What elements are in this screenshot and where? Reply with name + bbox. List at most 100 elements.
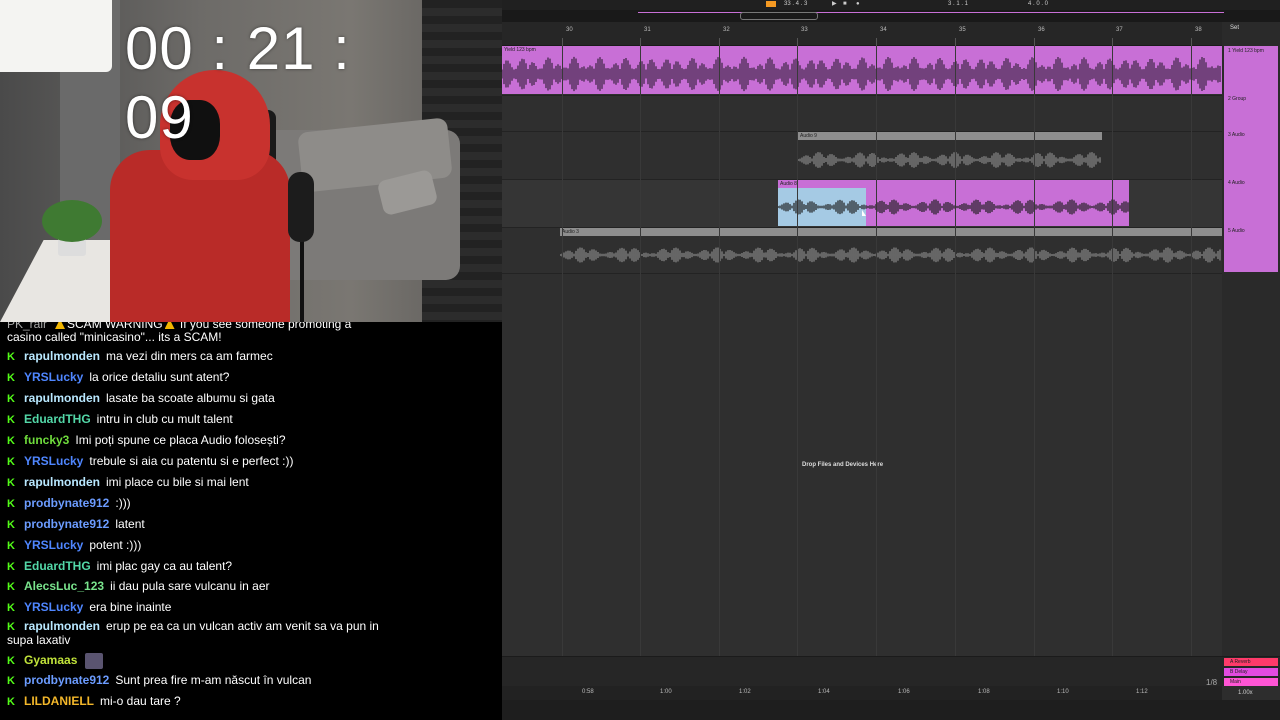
chat-username[interactable]: YRSLucky <box>24 370 83 384</box>
chat-username[interactable]: prodbynate912 <box>24 496 109 510</box>
time-ruler[interactable]: 0:58 1:00 1:02 1:04 1:06 1:08 1:10 1:12 <box>502 686 1222 700</box>
clip-title: Audio 8 <box>778 180 1129 188</box>
chat-username[interactable]: funcky3 <box>24 433 69 447</box>
track-header[interactable]: 5 Audio <box>1224 226 1278 272</box>
kick-badge-icon: K <box>7 435 15 447</box>
chat-username[interactable]: YRSLucky <box>24 538 83 552</box>
time-label: 1:00 <box>660 689 672 695</box>
chat-emote-icon <box>85 653 104 669</box>
set-button[interactable]: Set <box>1230 25 1239 31</box>
kick-badge-icon: K <box>7 561 15 573</box>
cam-plant <box>42 200 102 242</box>
clip-waveform <box>798 152 1101 168</box>
time-label: 1:06 <box>898 689 910 695</box>
arrangement-record-button[interactable] <box>766 1 776 7</box>
bar-gridline <box>1034 46 1035 656</box>
chat-username[interactable]: prodbynate912 <box>24 673 109 687</box>
transport-bar: 33 . 4 . 3 ▶ ■ ● 3 . 1 . 1 4 . 0 . 0 <box>502 0 1280 10</box>
record-icon[interactable]: ● <box>856 0 860 8</box>
track-header[interactable]: 1 Yield 123 bpm <box>1224 46 1278 94</box>
daw-arrangement: 33 . 4 . 3 ▶ ■ ● 3 . 1 . 1 4 . 0 . 0 30 3… <box>502 0 1280 720</box>
time-label: 1:08 <box>978 689 990 695</box>
chat-message: Krapulmonden lasate ba scoate albumu si g… <box>7 392 387 406</box>
kick-badge-icon: K <box>7 372 15 384</box>
chat-username[interactable]: AlecsLuc_123 <box>24 579 104 593</box>
return-track-header[interactable]: Main <box>1224 678 1278 686</box>
track-header[interactable]: 2 Group <box>1224 94 1278 130</box>
track-lane[interactable] <box>502 96 1222 132</box>
webcam-feed: 00 : 21 : 09 <box>0 0 502 322</box>
kick-badge-icon: K <box>7 519 15 531</box>
bar-tick <box>1034 38 1035 46</box>
audio-clip[interactable]: Yield 123 bpm <box>502 46 1222 94</box>
chat-text-continued: supa laxativ <box>7 633 71 647</box>
chat-message: Kprodbynate912 latent <box>7 518 387 532</box>
clip-title: Audio 3 <box>560 228 1222 236</box>
chat-username[interactable]: rapulmonden <box>24 391 100 405</box>
chat-text: trebule si aia cu patentu si e perfect :… <box>89 454 294 468</box>
chat-message: PK_rair SCAM WARNING If you see someone p… <box>7 322 387 344</box>
clip-title: Audio 9 <box>798 132 1102 140</box>
audio-clip[interactable]: Audio 8 <box>778 180 1129 226</box>
chat-username[interactable]: YRSLucky <box>24 454 83 468</box>
zoom-level[interactable]: 1.00x <box>1238 690 1253 696</box>
chat-username[interactable]: YRSLucky <box>24 600 83 614</box>
return-track-header[interactable]: B Delay <box>1224 668 1278 676</box>
time-label: 1:12 <box>1136 689 1148 695</box>
loop-start[interactable]: 3 . 1 . 1 <box>948 0 968 8</box>
kick-badge-icon: K <box>7 540 15 552</box>
chat-message: Kprodbynate912:))) <box>7 497 387 511</box>
bar-gridline <box>876 46 877 656</box>
loop-length[interactable]: 4 . 0 . 0 <box>1028 0 1048 8</box>
chat-text: erup pe ea ca un vulcan activ am venit s… <box>106 619 379 633</box>
chat-username[interactable]: prodbynate912 <box>24 517 109 531</box>
chat-message: Krapulmonden erup pe ea ca un vulcan acti… <box>7 620 387 647</box>
cam-microphone <box>288 172 314 242</box>
chat-message: K EduardTHG imi plac gay ca au talent? <box>7 560 387 574</box>
chat-message: Krapulmonden ma vezi din mers ca am farme… <box>7 350 387 364</box>
chat-username[interactable]: Gyamaas <box>24 653 77 667</box>
chat-panel: PK_rair SCAM WARNING If you see someone p… <box>0 322 502 720</box>
chat-message: Kfuncky3 Imi poți spune ce placa Audio fo… <box>7 434 387 448</box>
song-position[interactable]: 33 . 4 . 3 <box>784 0 807 8</box>
bar-number-label: 38 <box>1195 27 1202 33</box>
track-area[interactable]: Yield 123 bpm Audio 9 Audio 8 Audio 3 <box>502 46 1222 656</box>
time-label: 0:58 <box>582 689 594 695</box>
chat-text: intru in club cu mult talent <box>96 412 233 426</box>
chat-username[interactable]: rapulmonden <box>24 475 100 489</box>
beat-time-ruler[interactable]: 30 31 32 33 34 35 36 37 38 <box>502 22 1222 46</box>
chat-text: lasate ba scoate albumu si gata <box>106 391 275 405</box>
chat-text: imi plac gay ca au talent? <box>96 559 233 573</box>
bar-tick <box>1191 38 1192 46</box>
stop-icon[interactable]: ■ <box>843 0 847 8</box>
bar-gridline <box>719 46 720 656</box>
bar-number-label: 35 <box>959 27 966 33</box>
chat-message: K YRSLucky era bine inainte <box>7 601 387 615</box>
audio-clip[interactable]: Audio 9 <box>798 132 1102 180</box>
chat-text: era bine inainte <box>89 600 172 614</box>
bar-gridline <box>1191 46 1192 656</box>
kick-badge-icon: K <box>7 498 15 510</box>
play-icon[interactable]: ▶ <box>832 0 837 8</box>
chat-username[interactable]: rapulmonden <box>24 619 100 633</box>
chat-message: K YRSLucky la orice detaliu sunt atent? <box>7 371 387 385</box>
overview-selection[interactable] <box>740 12 818 20</box>
chat-username[interactable]: LILDANIELL <box>24 694 94 708</box>
track-header[interactable]: 4 Audio <box>1224 178 1278 226</box>
chat-username[interactable]: EduardTHG <box>24 412 91 426</box>
track-headers: 1 Yield 123 bpm 2 Group 3 Audio 4 Audio 5 Au… <box>1222 22 1280 656</box>
chat-text: Imi poți spune ce placa Audio folosești? <box>75 433 286 447</box>
bar-number-label: 34 <box>880 27 887 33</box>
cam-softbox-light <box>0 0 112 72</box>
chat-username[interactable]: rapulmonden <box>24 349 100 363</box>
clip-waveform <box>560 247 1221 263</box>
chat-text: la orice detaliu sunt atent? <box>89 370 230 384</box>
track-header[interactable]: 3 Audio <box>1224 130 1278 178</box>
kick-badge-icon: K <box>7 414 15 426</box>
chat-username[interactable]: EduardTHG <box>24 559 91 573</box>
audio-clip[interactable]: Audio 3 <box>560 228 1222 274</box>
chat-message: K EduardTHG intru in club cu mult talent <box>7 413 387 427</box>
kick-badge-icon: K <box>7 675 15 687</box>
return-track-header[interactable]: A Reverb <box>1224 658 1278 666</box>
time-label: 1:10 <box>1057 689 1069 695</box>
